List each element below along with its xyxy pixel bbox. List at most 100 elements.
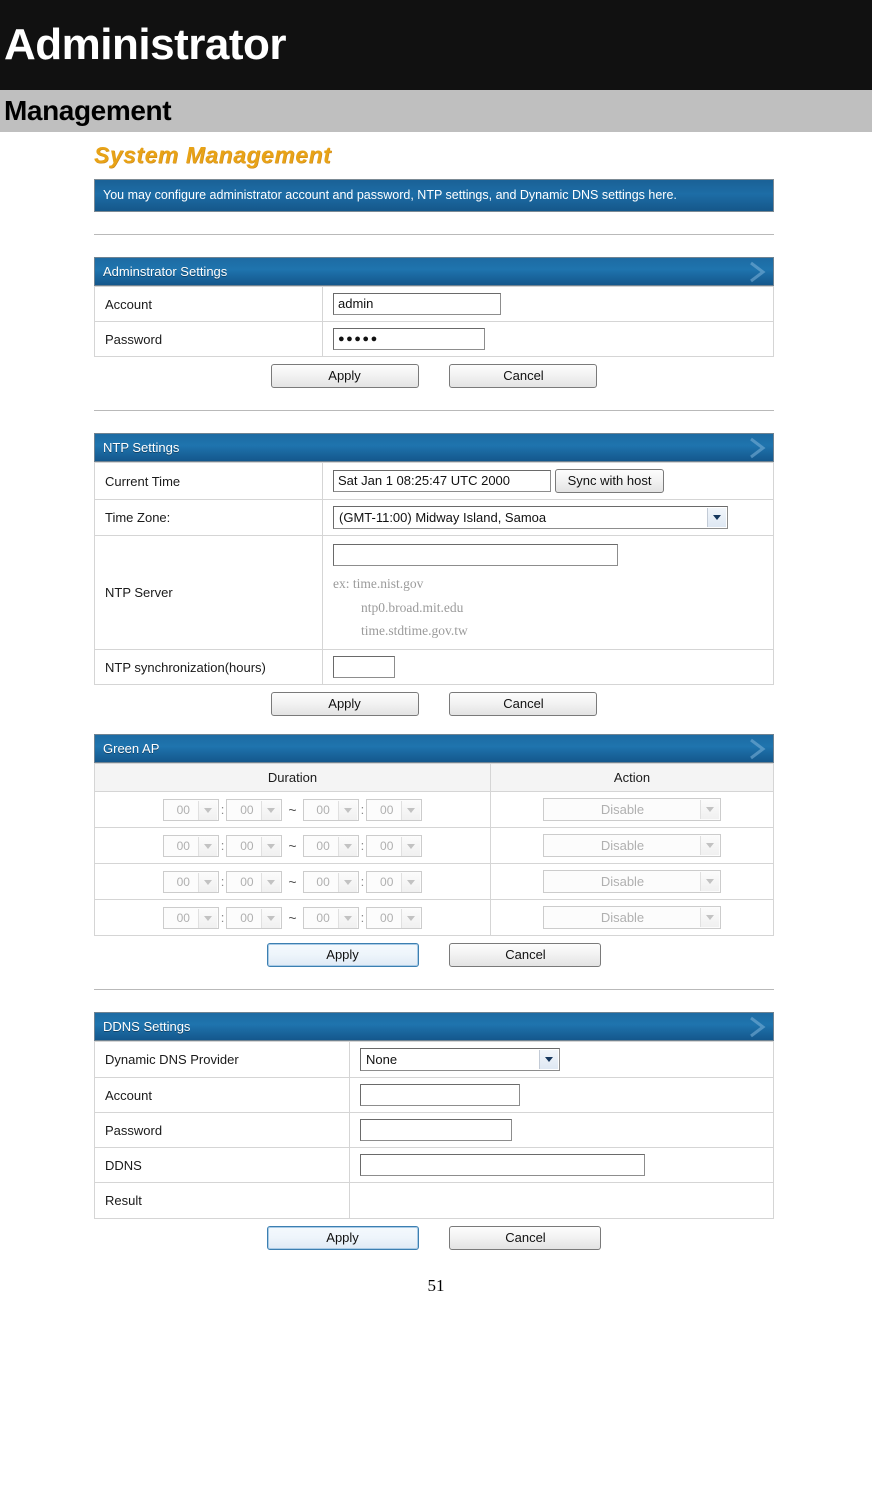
row4-action-select[interactable]: Disable	[543, 906, 721, 929]
range-separator: ~	[288, 837, 297, 854]
chevron-down-icon	[261, 872, 281, 892]
row1-action-select[interactable]: Disable	[543, 798, 721, 821]
ddns-password-input[interactable]	[360, 1119, 512, 1141]
green-ap-panel: Green AP Duration Action 00:00 ~00:00 Dis…	[94, 734, 774, 936]
table-row: Current Time Sat Jan 1 08:25:47 UTC 2000…	[94, 462, 774, 501]
green-ap-header: Green AP	[94, 734, 774, 763]
row1-end-hour-select[interactable]: 00	[302, 798, 359, 821]
administrator-settings-panel: Adminstrator Settings Account admin Pass…	[94, 257, 774, 358]
row3-start-hour-select[interactable]: 00	[162, 870, 219, 893]
ntp-server-hint-2: ntp0.broad.mit.edu	[361, 599, 464, 615]
chevron-right-icon	[750, 1016, 766, 1038]
row2-start-min-select[interactable]: 00	[226, 834, 283, 857]
row1-start-min-select[interactable]: 00	[226, 798, 283, 821]
account-input[interactable]: admin	[333, 293, 501, 316]
time-zone-cell: (GMT-11:00) Midway Island, Samoa	[322, 499, 774, 537]
time-separator: :	[360, 874, 365, 889]
ntp-settings-panel: NTP Settings Current Time Sat Jan 1 08:2…	[94, 433, 774, 685]
range-separator: ~	[288, 909, 297, 926]
table-row: Time Zone: (GMT-11:00) Midway Island, Sa…	[94, 499, 774, 537]
ntp-cancel-button[interactable]: Cancel	[449, 692, 598, 716]
row3-end-min-select[interactable]: 00	[366, 870, 423, 893]
row2-end-min-select[interactable]: 00	[366, 834, 423, 857]
ntp-settings-header: NTP Settings	[94, 433, 774, 463]
password-input[interactable]: ●●●●●	[333, 328, 485, 351]
ddns-account-input[interactable]	[360, 1084, 520, 1106]
admin-cancel-button[interactable]: Cancel	[449, 364, 598, 389]
password-cell: ●●●●●	[322, 321, 774, 358]
row3-start-min-select[interactable]: 00	[226, 870, 283, 893]
ddns-apply-button[interactable]: Apply	[266, 1226, 419, 1250]
sync-with-host-button[interactable]: Sync with host	[554, 469, 665, 494]
ddns-result-value	[349, 1182, 774, 1219]
row4-end-hour-select[interactable]: 00	[302, 906, 359, 929]
time-separator: :	[360, 910, 365, 925]
ddns-settings-header: DDNS Settings	[94, 1012, 774, 1041]
ntp-server-input[interactable]	[333, 544, 618, 567]
green-ap-apply-button[interactable]: Apply	[266, 943, 419, 967]
chevron-down-icon	[197, 908, 217, 928]
time-zone-label: Time Zone:	[94, 499, 323, 537]
green-ap-table: Duration Action 00:00 ~00:00 Disable 00:0…	[94, 763, 774, 936]
page-number: 51	[427, 1276, 445, 1295]
chevron-down-icon	[337, 908, 357, 928]
row2-action-select[interactable]: Disable	[543, 834, 721, 857]
chevron-down-icon	[337, 872, 357, 892]
ddns-provider-selected-value: None	[366, 1052, 398, 1067]
table-row: NTP Server ex: time.nist.gov ntp0.broad.…	[94, 535, 774, 650]
ddns-provider-select[interactable]: None	[360, 1048, 560, 1071]
ntp-sync-hours-input[interactable]	[333, 656, 395, 678]
ddns-button-row: Apply Cancel	[94, 1219, 774, 1250]
ddns-hostname-label: DDNS	[94, 1147, 350, 1183]
time-separator: :	[220, 838, 225, 853]
duration-column-header: Duration	[94, 763, 491, 792]
ntp-server-label: NTP Server	[94, 535, 323, 650]
time-zone-select[interactable]: (GMT-11:00) Midway Island, Samoa	[333, 506, 728, 530]
green-ap-duration-cell: 00:00 ~00:00	[94, 863, 491, 900]
chevron-down-icon	[261, 908, 281, 928]
green-ap-cancel-button[interactable]: Cancel	[449, 943, 602, 967]
chevron-down-icon	[261, 800, 281, 820]
administrator-settings-header: Adminstrator Settings	[94, 257, 774, 287]
administrator-button-row: Apply Cancel	[94, 357, 774, 389]
ddns-hostname-cell	[349, 1147, 774, 1183]
table-row: 00:00 ~00:00 Disable	[94, 899, 774, 936]
row1-start-hour-select[interactable]: 00	[162, 798, 219, 821]
row4-start-min-select[interactable]: 00	[226, 906, 283, 929]
table-row: NTP synchronization(hours)	[94, 649, 774, 685]
current-time-cell: Sat Jan 1 08:25:47 UTC 2000 Sync with ho…	[322, 462, 774, 501]
row3-action-select[interactable]: Disable	[543, 870, 721, 893]
row1-end-min-select[interactable]: 00	[366, 798, 423, 821]
row4-start-hour-select[interactable]: 00	[162, 906, 219, 929]
admin-apply-button[interactable]: Apply	[270, 364, 419, 389]
section-divider-3	[94, 989, 774, 990]
chevron-down-icon	[401, 872, 421, 892]
ntp-apply-button[interactable]: Apply	[270, 692, 419, 716]
row2-start-hour-select[interactable]: 00	[162, 834, 219, 857]
password-label: Password	[94, 321, 323, 358]
ddns-result-label: Result	[94, 1182, 350, 1219]
router-web-ui: System Management You may configure admi…	[0, 132, 872, 1250]
chevron-right-icon	[750, 738, 766, 760]
administrator-settings-table: Account admin Password ●●●●●	[94, 286, 774, 358]
ddns-cancel-button[interactable]: Cancel	[449, 1226, 602, 1250]
row3-end-hour-select[interactable]: 00	[302, 870, 359, 893]
row2-end-hour-select[interactable]: 00	[302, 834, 359, 857]
chevron-down-icon	[700, 872, 719, 891]
chevron-down-icon	[401, 800, 421, 820]
ddns-account-cell	[349, 1077, 774, 1113]
table-row: 00:00 ~00:00 Disable	[94, 791, 774, 828]
account-cell: admin	[322, 286, 774, 323]
table-row: 00:00 ~00:00 Disable	[94, 827, 774, 864]
chevron-down-icon	[337, 836, 357, 856]
chapter-banner: Administrator	[0, 0, 872, 90]
chevron-down-icon	[700, 836, 719, 855]
info-banner: You may configure administrator account …	[94, 179, 774, 213]
row4-end-min-select[interactable]: 00	[366, 906, 423, 929]
table-row: Password ●●●●●	[94, 321, 774, 358]
table-header-row: Duration Action	[94, 763, 774, 792]
ddns-hostname-input[interactable]	[360, 1154, 645, 1176]
page-title: System Management	[94, 142, 332, 168]
ddns-settings-header-label: DDNS Settings	[103, 1019, 191, 1034]
chevron-down-icon	[539, 1050, 558, 1069]
